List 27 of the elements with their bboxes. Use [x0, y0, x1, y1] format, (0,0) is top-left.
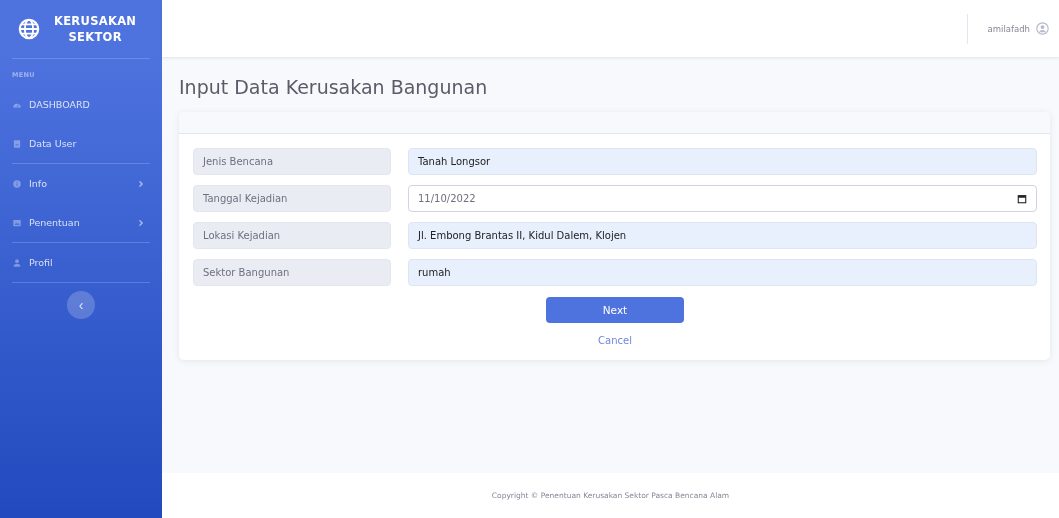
sidebar-item[interactable]: Info — [12, 164, 150, 203]
sidebar-toggle-button[interactable]: ‹ — [67, 291, 95, 319]
sidebar-item[interactable]: Penentuan — [12, 203, 150, 243]
globe-icon — [18, 18, 40, 40]
chevron-right-icon — [138, 179, 144, 188]
calendar-icon[interactable] — [1017, 193, 1027, 204]
image-icon — [12, 217, 22, 228]
chevron-right-icon — [138, 218, 144, 227]
field-label: Jenis Bencana — [193, 148, 391, 175]
user-icon — [12, 257, 22, 268]
input-field[interactable]: Jl. Embong Brantas II, Kidul Dalem, Klojen — [408, 222, 1037, 249]
field-label: Lokasi Kejadian — [193, 222, 391, 249]
sidebar-item[interactable]: DASHBOARD — [12, 85, 150, 124]
sidebar-item[interactable]: Profil — [12, 243, 150, 283]
input-field[interactable]: Tanah Longsor — [408, 148, 1037, 175]
info-icon — [12, 178, 22, 189]
username[interactable]: amilafadh — [987, 23, 1030, 34]
sidebar-item[interactable]: Data User — [12, 124, 150, 164]
page-title: Input Data Kerusakan Bangunan — [179, 76, 489, 98]
input-field[interactable]: rumah — [408, 259, 1037, 286]
field-label: Sektor Bangunan — [193, 259, 391, 286]
next-button[interactable]: Next — [546, 297, 684, 323]
brand-name: KERUSAKAN SEKTOR — [54, 13, 137, 45]
cancel-link[interactable]: Cancel — [598, 335, 632, 346]
id-card-icon — [12, 138, 22, 149]
date-field[interactable]: 11/10/2022 — [408, 185, 1037, 212]
field-label: Tanggal Kejadian — [193, 185, 391, 212]
